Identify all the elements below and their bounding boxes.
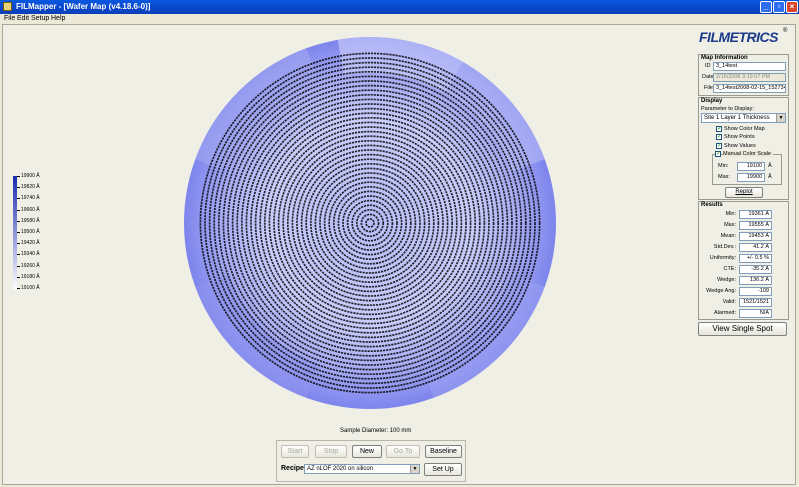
legend-tick: [17, 221, 20, 222]
replot-button[interactable]: Replot: [725, 187, 763, 198]
setup-button[interactable]: Set Up: [424, 463, 462, 476]
recipe-select[interactable]: AZ nLOF 2020 on silicon ▼: [304, 464, 420, 474]
file-label: File: [704, 85, 713, 91]
recipe-label: Recipe:: [281, 465, 307, 472]
legend-tick: [17, 210, 20, 211]
result-label: CTE:: [723, 266, 736, 272]
result-value: N/A: [739, 309, 772, 318]
menu-bar: File Edit Setup Help: [0, 14, 799, 24]
show-color-map-checkbox[interactable]: ✓: [716, 126, 722, 132]
map-info-title: Map Information: [701, 55, 748, 61]
chevron-down-icon[interactable]: ▼: [776, 114, 785, 122]
legend-tick: [17, 254, 20, 255]
maximize-button[interactable]: ▫: [773, 1, 785, 13]
result-label: Max:: [724, 222, 736, 228]
show-values-label: Show Values: [724, 143, 756, 149]
legend-label: 19500 Å: [21, 229, 40, 235]
manual-color-scale-checkbox[interactable]: ✓: [715, 151, 721, 157]
date-label: Date: [702, 74, 714, 80]
minimize-button[interactable]: _: [760, 1, 772, 13]
legend-label: 19340 Å: [21, 251, 40, 257]
result-value: 19361 Å: [739, 210, 772, 219]
legend-tick: [17, 187, 20, 188]
stop-button[interactable]: Stop: [315, 445, 347, 458]
legend-tick: [17, 266, 20, 267]
result-label: Std.Dev.:: [713, 244, 736, 250]
result-label: Wedge:: [717, 277, 736, 283]
baseline-button[interactable]: Baseline: [425, 445, 462, 458]
min-field[interactable]: 19100: [737, 162, 765, 171]
result-value: 1521/1521: [739, 298, 772, 307]
menu-setup[interactable]: Setup: [31, 15, 49, 22]
wafer-map[interactable]: [177, 34, 563, 412]
min-label: Min:: [718, 163, 729, 169]
sample-diameter: Sample Diameter: 100 mm: [340, 428, 412, 434]
result-value: 41.2 Å: [739, 243, 772, 252]
result-label: Alarmed:: [713, 310, 736, 316]
legend-label: 19820 Å: [21, 184, 40, 190]
legend-tick: [17, 198, 20, 199]
window-title: FILMapper - [Wafer Map (v4.18.6-0)]: [16, 2, 151, 11]
legend-label: 19740 Å: [21, 195, 40, 201]
legend-label: 19260 Å: [21, 263, 40, 269]
legend-tick: [17, 232, 20, 233]
param-value: Site 1 Layer 1 Thickness: [704, 115, 770, 121]
registered-icon: ®: [783, 28, 788, 34]
new-button[interactable]: New: [352, 445, 382, 458]
max-field[interactable]: 19900: [737, 173, 765, 182]
filmetrics-logo: FILMETRICS ®: [699, 28, 788, 45]
id-label: ID: [705, 63, 711, 69]
title-bar: FILMapper - [Wafer Map (v4.18.6-0)] _ ▫ …: [0, 0, 799, 14]
goto-button[interactable]: Go To: [386, 445, 420, 458]
view-single-spot-button[interactable]: View Single Spot: [698, 322, 787, 336]
legend-label: 19100 Å: [21, 285, 40, 291]
chevron-down-icon[interactable]: ▼: [410, 465, 419, 473]
legend-label: 19580 Å: [21, 218, 40, 224]
legend-tick: [17, 176, 20, 177]
app-icon: [3, 2, 12, 11]
result-value: 19453 Å: [739, 232, 772, 241]
date-field: 2/15/2008 3:19:07 PM: [713, 73, 786, 82]
max-label: Max:: [718, 174, 730, 180]
menu-file[interactable]: File: [4, 15, 15, 22]
display-title: Display: [701, 98, 723, 104]
legend-tick: [17, 277, 20, 278]
result-value: +/- 0.5 %: [739, 254, 772, 263]
menu-help[interactable]: Help: [51, 15, 65, 22]
color-scale-bar: [13, 176, 17, 290]
menu-edit[interactable]: Edit: [17, 15, 29, 22]
result-value: 136.2 Å: [739, 276, 772, 285]
result-label: Wedge Ang:: [706, 288, 736, 294]
param-label: Parameter to Display:: [701, 106, 754, 112]
min-unit: Å: [768, 163, 772, 169]
results-title: Results: [701, 202, 723, 208]
show-color-map-label: Show Color Map: [724, 126, 765, 132]
result-label: Min:: [725, 211, 736, 217]
max-unit: Å: [768, 174, 772, 180]
legend-label: 19180 Å: [21, 274, 40, 280]
show-points-checkbox[interactable]: ✓: [716, 134, 722, 140]
legend-tick: [17, 288, 20, 289]
result-label: Valid:: [722, 299, 736, 305]
recipe-value: AZ nLOF 2020 on silicon: [307, 466, 374, 472]
manual-color-scale-label: Manual Color Scale: [723, 151, 773, 157]
file-field[interactable]: 3_14test2008-02-15_152734.r: [713, 84, 786, 93]
legend-label: 19900 Å: [21, 173, 40, 179]
result-value: -35.2 Å: [739, 265, 772, 274]
result-value: -109: [739, 287, 772, 296]
result-label: Mean:: [720, 233, 736, 239]
show-points-label: Show Points: [724, 134, 755, 140]
id-field[interactable]: 3_14test: [713, 62, 786, 71]
legend-label: 19420 Å: [21, 240, 40, 246]
legend-tick: [17, 243, 20, 244]
close-button[interactable]: ×: [786, 1, 798, 13]
result-label: Uniformity:: [709, 255, 736, 261]
result-value: 19555 Å: [739, 221, 772, 230]
start-button[interactable]: Start: [281, 445, 309, 458]
param-select[interactable]: Site 1 Layer 1 Thickness ▼: [701, 113, 786, 123]
show-values-checkbox[interactable]: ✓: [716, 143, 722, 149]
legend-label: 19660 Å: [21, 207, 40, 213]
